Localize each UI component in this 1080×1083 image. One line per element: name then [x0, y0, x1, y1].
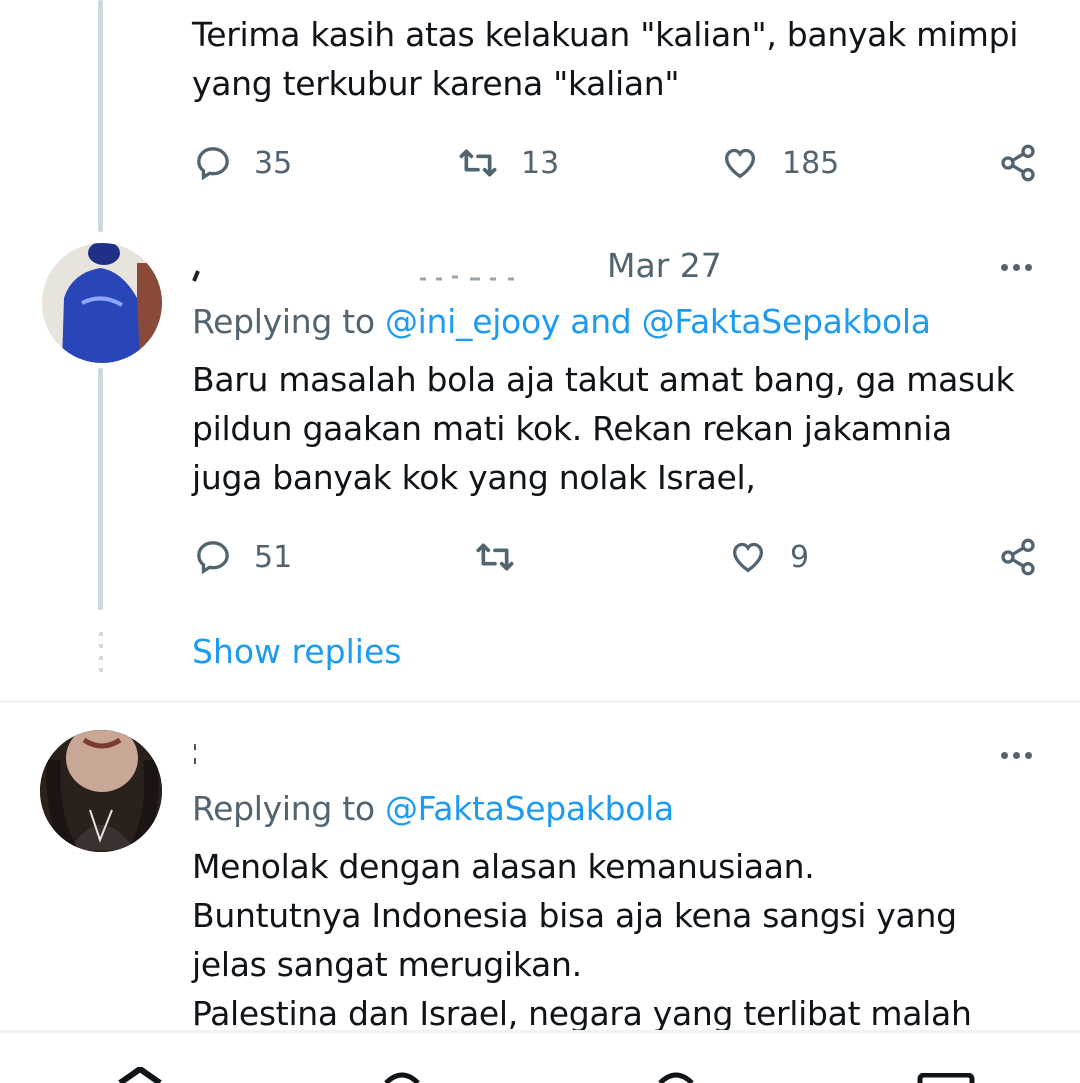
thread-line	[98, 368, 103, 610]
tweet-text: Terima kasih atas kelakuan "kalian", ban…	[192, 15, 1019, 103]
avatar[interactable]	[40, 730, 162, 852]
messages-icon[interactable]	[916, 1073, 976, 1083]
show-replies-link[interactable]: Show replies	[192, 632, 401, 671]
reply-button[interactable]: 35	[192, 143, 292, 183]
search-icon[interactable]	[382, 1071, 422, 1083]
thread-dots	[99, 632, 103, 672]
like-count: 185	[782, 145, 840, 181]
retweet-icon	[459, 149, 497, 177]
replying-to: Replying to @ini_ejooy and @FaktaSepakbo…	[192, 302, 931, 341]
user-name-obscured	[192, 742, 200, 766]
reply-button[interactable]: 51	[192, 537, 292, 577]
avatar[interactable]	[42, 243, 162, 363]
like-button[interactable]: 185	[718, 143, 839, 183]
user-name-obscured	[190, 268, 540, 282]
like-button[interactable]: 9	[726, 537, 809, 577]
reply-icon	[197, 147, 229, 181]
retweet-button[interactable]	[472, 537, 538, 577]
share-icon	[1001, 144, 1035, 182]
mention-link[interactable]: @FaktaSepakbola	[642, 302, 931, 341]
mention-link[interactable]: @FaktaSepakbola	[385, 789, 674, 828]
reply-icon	[197, 541, 229, 575]
share-button[interactable]	[998, 537, 1038, 577]
reply-count: 35	[254, 145, 293, 181]
like-icon	[724, 148, 756, 179]
mention-link[interactable]: @ini_ejooy	[385, 302, 560, 341]
share-icon	[1001, 538, 1035, 576]
replying-to: Replying to @FaktaSepakbola	[192, 789, 674, 828]
home-icon[interactable]	[110, 1067, 170, 1083]
like-icon	[732, 542, 764, 573]
tweet-text: Menolak dengan alasan kemanusiaan. Buntu…	[192, 847, 972, 1033]
like-count: 9	[790, 539, 810, 575]
more-icon[interactable]	[1001, 264, 1032, 271]
notifications-icon[interactable]	[656, 1071, 696, 1083]
tweet-text: Baru masalah bola aja takut amat bang, g…	[192, 360, 1015, 497]
share-button[interactable]	[998, 143, 1038, 183]
retweet-count: 13	[521, 145, 560, 181]
reply-count: 51	[254, 539, 293, 575]
thread-line	[98, 0, 103, 232]
retweet-icon	[476, 543, 514, 571]
more-icon[interactable]	[1001, 752, 1032, 759]
retweet-button[interactable]: 13	[455, 143, 559, 183]
divider	[0, 700, 1080, 703]
tweet-date[interactable]: Mar 27	[607, 246, 722, 285]
bottom-nav	[0, 1030, 1080, 1083]
